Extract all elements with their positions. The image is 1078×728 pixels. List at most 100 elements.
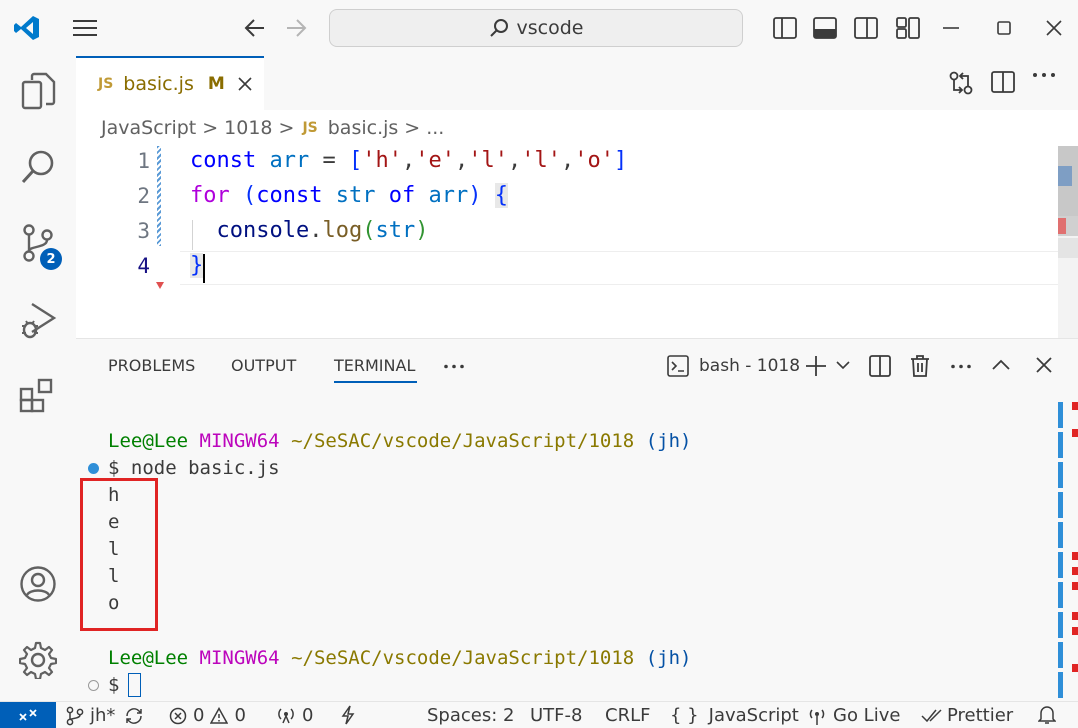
toggle-primary-sidebar-icon[interactable] bbox=[771, 14, 799, 42]
tab-basic-js[interactable]: JS basic.js M bbox=[76, 56, 264, 110]
split-editor-icon[interactable] bbox=[991, 71, 1015, 93]
problems-status[interactable]: 0 0 bbox=[169, 705, 246, 726]
manage-gear-icon[interactable] bbox=[16, 638, 60, 682]
line-number: 2 bbox=[137, 184, 150, 208]
terminal-path: ~/SeSAC/vscode/JavaScript/1018 bbox=[291, 430, 635, 452]
line-number: 3 bbox=[137, 219, 150, 243]
title-bar: vscode bbox=[0, 0, 1078, 56]
search-icon bbox=[489, 18, 509, 38]
braces-icon: { } bbox=[670, 705, 699, 726]
command-center-search[interactable]: vscode bbox=[329, 9, 743, 47]
prettier-label: Prettier bbox=[947, 705, 1014, 726]
open-changes-icon[interactable] bbox=[948, 70, 974, 96]
accounts-icon[interactable] bbox=[16, 562, 60, 606]
terminal-user: Lee@Lee bbox=[108, 647, 189, 669]
panel-more-icon[interactable] bbox=[443, 364, 465, 369]
terminal-shell-icon bbox=[667, 355, 689, 377]
customize-layout-icon[interactable] bbox=[894, 14, 922, 42]
terminal-cursor bbox=[128, 673, 141, 697]
breadcrumb-item[interactable]: ... bbox=[426, 117, 444, 139]
command-success-dot[interactable] bbox=[88, 463, 99, 474]
warning-count: 0 bbox=[234, 705, 246, 726]
git-branch-status[interactable]: jh* bbox=[66, 705, 115, 726]
explorer-icon[interactable] bbox=[16, 70, 60, 114]
source-control-badge: 2 bbox=[40, 248, 62, 270]
ports-status[interactable]: 0 bbox=[276, 705, 313, 726]
tab-output[interactable]: OUTPUT bbox=[231, 356, 296, 375]
breadcrumb-item[interactable]: 1018 bbox=[224, 117, 272, 139]
terminal-prompt-symbol: $ bbox=[108, 674, 120, 696]
remote-indicator[interactable] bbox=[0, 702, 56, 728]
minimize-icon[interactable] bbox=[937, 14, 965, 42]
prettier-status[interactable]: Prettier bbox=[921, 705, 1013, 726]
notifications-bell-icon[interactable] bbox=[1038, 705, 1056, 725]
encoding-status[interactable]: UTF-8 bbox=[530, 705, 582, 726]
menu-icon[interactable] bbox=[71, 14, 99, 42]
ports-count: 0 bbox=[302, 705, 314, 726]
close-panel-icon[interactable] bbox=[1036, 357, 1052, 373]
breadcrumb-separator: > bbox=[202, 117, 219, 139]
trash-icon[interactable] bbox=[909, 354, 931, 378]
current-line-highlight bbox=[180, 251, 1058, 285]
terminal-user: Lee@Lee bbox=[108, 430, 189, 452]
terminal-scrollbar[interactable] bbox=[1058, 402, 1078, 698]
javascript-file-icon: JS bbox=[98, 76, 114, 92]
line-number: 1 bbox=[137, 149, 150, 173]
highlight-box bbox=[80, 478, 158, 631]
terminal-env: MINGW64 bbox=[199, 430, 280, 452]
editor-more-actions-icon[interactable] bbox=[1032, 72, 1056, 78]
terminal-instance-name[interactable]: bash - 1018 bbox=[699, 356, 800, 376]
back-arrow-icon[interactable] bbox=[241, 14, 269, 42]
toggle-panel-icon[interactable] bbox=[811, 14, 839, 42]
terminal-command: node basic.js bbox=[130, 457, 280, 479]
breadcrumb-item[interactable]: JavaScript bbox=[101, 117, 196, 139]
extensions-icon[interactable] bbox=[16, 374, 60, 418]
terminal-env: MINGW64 bbox=[199, 647, 280, 669]
code-line: const arr = ['h','e','l','l','o'] bbox=[190, 148, 628, 173]
close-window-icon[interactable] bbox=[1040, 14, 1068, 42]
command-center-label: vscode bbox=[516, 17, 584, 39]
tab-filename: basic.js bbox=[123, 73, 194, 95]
search-view-icon[interactable] bbox=[16, 145, 60, 189]
indentation-status[interactable]: Spaces: 2 bbox=[427, 705, 514, 726]
breadcrumb-separator: > bbox=[404, 117, 421, 139]
gutter-change-indicator bbox=[157, 146, 161, 246]
minimap[interactable] bbox=[1058, 146, 1078, 338]
sync-icon[interactable] bbox=[124, 707, 144, 725]
maximize-panel-icon[interactable] bbox=[992, 359, 1010, 370]
toggle-secondary-sidebar-icon[interactable] bbox=[852, 14, 880, 42]
line-number: 4 bbox=[137, 254, 150, 278]
maximize-icon[interactable] bbox=[990, 14, 1018, 42]
split-terminal-icon[interactable] bbox=[869, 355, 891, 377]
breadcrumb: JavaScript > 1018 > JS basic.js > ... bbox=[101, 117, 444, 139]
code-line: } bbox=[190, 253, 204, 278]
go-live-status[interactable]: Go Live bbox=[808, 705, 900, 726]
chevron-down-icon[interactable] bbox=[836, 361, 850, 370]
language-mode-status[interactable]: { } JavaScript bbox=[670, 705, 799, 726]
terminal-branch: (jh) bbox=[645, 430, 692, 452]
text-cursor bbox=[203, 254, 205, 283]
tab-terminal[interactable]: TERMINAL bbox=[334, 356, 415, 375]
terminal-prompt-line: Lee@Lee MINGW64 ~/SeSAC/vscode/JavaScrip… bbox=[108, 647, 691, 669]
lightning-icon[interactable] bbox=[340, 705, 356, 725]
terminal-branch: (jh) bbox=[645, 647, 692, 669]
terminal-path: ~/SeSAC/vscode/JavaScript/1018 bbox=[291, 647, 635, 669]
terminal-command-line: $ node basic.js bbox=[108, 457, 280, 479]
forward-arrow-icon[interactable] bbox=[282, 14, 310, 42]
terminal-prompt-line: Lee@Lee MINGW64 ~/SeSAC/vscode/JavaScrip… bbox=[108, 430, 691, 452]
tab-problems[interactable]: PROBLEMS bbox=[108, 356, 195, 375]
active-tab-indicator bbox=[334, 381, 417, 383]
new-terminal-icon[interactable] bbox=[805, 355, 827, 377]
run-and-debug-icon[interactable] bbox=[16, 298, 60, 342]
terminal-more-icon[interactable] bbox=[950, 364, 972, 369]
error-count: 0 bbox=[193, 705, 205, 726]
code-line: console.log(str) bbox=[216, 218, 429, 243]
command-pending-dot bbox=[88, 680, 99, 691]
go-live-label: Go Live bbox=[833, 705, 901, 726]
close-tab-icon[interactable] bbox=[237, 76, 253, 92]
terminal-prompt-symbol: $ bbox=[108, 457, 120, 479]
code-line: for (const str of arr) { bbox=[190, 183, 508, 208]
eol-status[interactable]: CRLF bbox=[605, 705, 650, 726]
breadcrumb-separator: > bbox=[278, 117, 295, 139]
breadcrumb-item[interactable]: basic.js bbox=[328, 117, 399, 139]
